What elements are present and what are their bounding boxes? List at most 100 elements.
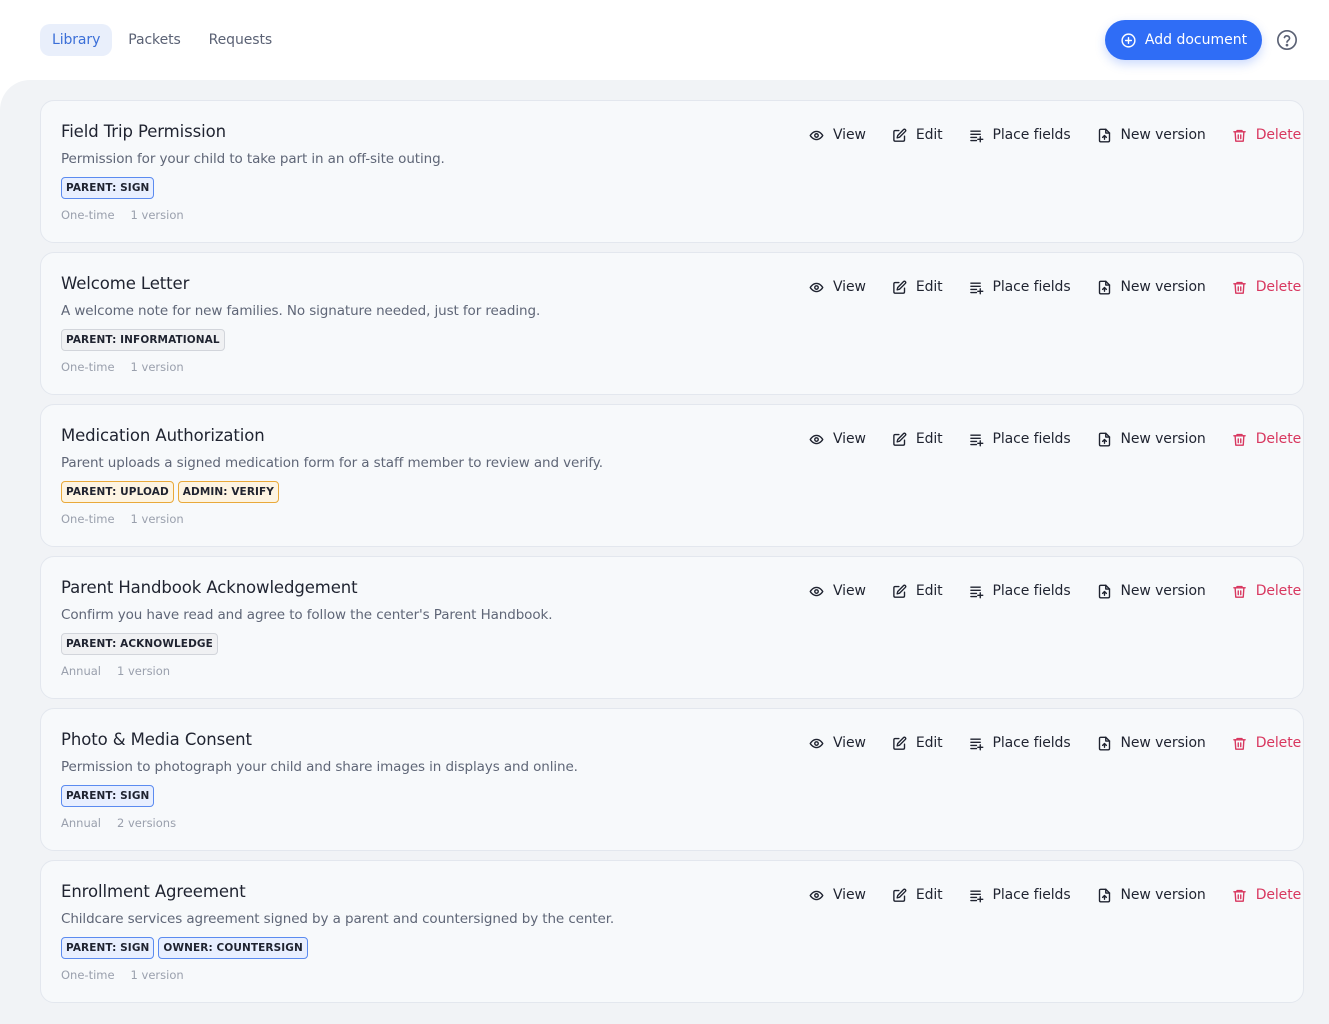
document-description: Permission for your child to take part i… <box>61 151 445 167</box>
document-title: Parent Handbook Acknowledgement <box>61 578 358 597</box>
document-description: Confirm you have read and agree to follo… <box>61 607 553 623</box>
document-card: Parent Handbook Acknowledgement Confirm … <box>40 556 1304 699</box>
new-version-button[interactable]: New version <box>1097 279 1206 295</box>
frequency-label: One-time <box>61 208 115 222</box>
edit-icon <box>892 736 907 751</box>
place-fields-button[interactable]: Place fields <box>969 887 1071 903</box>
edit-label: Edit <box>915 127 943 143</box>
place-fields-button[interactable]: Place fields <box>969 279 1071 295</box>
edit-icon <box>892 280 907 295</box>
view-label: View <box>833 127 866 143</box>
place-fields-button[interactable]: Place fields <box>969 735 1071 751</box>
edit-button[interactable]: Edit <box>892 887 943 903</box>
edit-label: Edit <box>915 887 943 903</box>
view-button[interactable]: View <box>809 735 866 751</box>
edit-button[interactable]: Edit <box>892 127 943 143</box>
place-fields-button[interactable]: Place fields <box>969 431 1071 447</box>
trash-icon <box>1232 432 1247 447</box>
file-upload-icon <box>1097 280 1112 295</box>
new-version-button[interactable]: New version <box>1097 127 1206 143</box>
delete-button[interactable]: Delete <box>1232 735 1301 751</box>
file-upload-icon <box>1097 888 1112 903</box>
new-version-label: New version <box>1120 279 1206 295</box>
delete-label: Delete <box>1255 887 1302 903</box>
version-count: 1 version <box>116 664 171 678</box>
version-count: 1 version <box>130 360 184 374</box>
list-plus-icon <box>969 736 984 751</box>
delete-button[interactable]: Delete <box>1232 431 1301 447</box>
view-button[interactable]: View <box>809 127 866 143</box>
role-badge: PARENT: SIGN <box>61 937 155 959</box>
edit-button[interactable]: Edit <box>892 735 943 751</box>
new-version-button[interactable]: New version <box>1097 583 1206 599</box>
place-fields-button[interactable]: Place fields <box>969 127 1071 143</box>
view-button[interactable]: View <box>809 431 866 447</box>
new-version-button[interactable]: New version <box>1097 887 1206 903</box>
delete-label: Delete <box>1255 583 1302 599</box>
role-badge: OWNER: COUNTERSIGN <box>158 937 308 959</box>
document-title: Field Trip Permission <box>61 122 226 141</box>
frequency-label: Annual <box>61 664 101 678</box>
document-title: Enrollment Agreement <box>61 882 246 901</box>
document-actions: View Edit Place fields New version Delet… <box>809 885 1301 905</box>
place-fields-label: Place fields <box>992 431 1071 447</box>
trash-icon <box>1232 584 1247 599</box>
place-fields-label: Place fields <box>992 583 1071 599</box>
document-actions: View Edit Place fields New version Delet… <box>809 125 1301 145</box>
view-button[interactable]: View <box>809 279 866 295</box>
document-card: Medication Authorization Parent uploads … <box>40 404 1304 547</box>
document-title: Medication Authorization <box>61 426 265 445</box>
role-badge: PARENT: SIGN <box>61 785 155 807</box>
document-library: Field Trip Permission Permission for you… <box>0 80 1329 1024</box>
trash-icon <box>1232 280 1247 295</box>
delete-button[interactable]: Delete <box>1232 583 1301 599</box>
nav-tabs: Library Packets Requests <box>40 24 284 56</box>
add-document-label: Add document <box>1144 32 1248 48</box>
eye-icon <box>809 584 824 599</box>
view-button[interactable]: View <box>809 887 866 903</box>
view-label: View <box>833 735 866 751</box>
help-button[interactable] <box>1276 29 1298 51</box>
edit-icon <box>892 128 907 143</box>
document-actions: View Edit Place fields New version Delet… <box>809 581 1301 601</box>
edit-button[interactable]: Edit <box>892 279 943 295</box>
view-label: View <box>833 887 866 903</box>
place-fields-label: Place fields <box>992 887 1071 903</box>
place-fields-button[interactable]: Place fields <box>969 583 1071 599</box>
document-description: Childcare services agreement signed by a… <box>61 911 615 927</box>
list-plus-icon <box>969 432 984 447</box>
edit-button[interactable]: Edit <box>892 583 943 599</box>
trash-icon <box>1232 128 1247 143</box>
file-upload-icon <box>1097 584 1112 599</box>
new-version-button[interactable]: New version <box>1097 735 1206 751</box>
add-document-button[interactable]: Add document <box>1105 20 1262 60</box>
tab-requests[interactable]: Requests <box>197 24 284 56</box>
badge-list: PARENT: SIGN <box>61 177 155 199</box>
frequency-label: One-time <box>61 360 115 374</box>
tab-packets[interactable]: Packets <box>116 24 192 56</box>
eye-icon <box>809 736 824 751</box>
new-version-button[interactable]: New version <box>1097 431 1206 447</box>
document-description: Parent uploads a signed medication form … <box>61 455 603 471</box>
frequency-label: Annual <box>61 816 101 830</box>
list-plus-icon <box>969 584 984 599</box>
list-plus-icon <box>969 888 984 903</box>
version-count: 1 version <box>130 208 184 222</box>
document-meta: Annual 1 version <box>61 664 170 678</box>
file-upload-icon <box>1097 128 1112 143</box>
delete-label: Delete <box>1255 127 1302 143</box>
delete-button[interactable]: Delete <box>1232 887 1301 903</box>
list-plus-icon <box>969 128 984 143</box>
document-description: Permission to photograph your child and … <box>61 759 578 775</box>
view-button[interactable]: View <box>809 583 866 599</box>
eye-icon <box>809 888 824 903</box>
file-upload-icon <box>1097 736 1112 751</box>
trash-icon <box>1232 736 1247 751</box>
tab-library[interactable]: Library <box>40 24 113 56</box>
delete-button[interactable]: Delete <box>1232 279 1301 295</box>
frequency-label: One-time <box>61 968 115 982</box>
new-version-label: New version <box>1120 735 1206 751</box>
delete-button[interactable]: Delete <box>1232 127 1301 143</box>
edit-button[interactable]: Edit <box>892 431 943 447</box>
document-title: Welcome Letter <box>61 274 190 293</box>
